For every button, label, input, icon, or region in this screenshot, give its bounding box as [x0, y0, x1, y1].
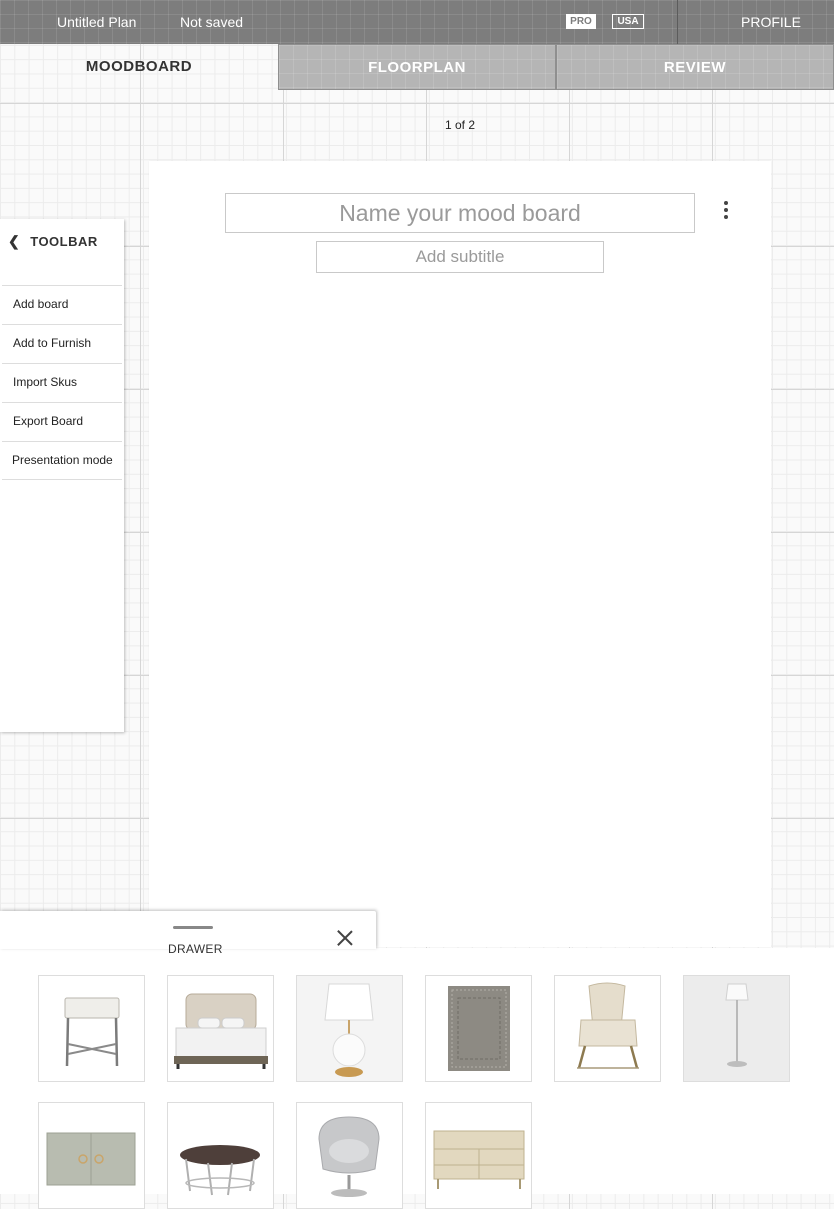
sideboard-icon [46, 1132, 136, 1186]
product-card-rug[interactable] [425, 975, 532, 1082]
side-table-icon [64, 997, 120, 1067]
tab-moodboard[interactable]: MOODBOARD [0, 44, 278, 90]
product-card-bed[interactable] [167, 975, 274, 1082]
product-card-coffee-table[interactable] [167, 1102, 274, 1209]
tab-floorplan[interactable]: FLOORPLAN [278, 44, 556, 90]
area-rug-icon [448, 986, 510, 1071]
toolbar-title: TOOLBAR [30, 234, 98, 249]
floor-lamp-icon [684, 976, 789, 1081]
add-to-furnish-button[interactable]: Add to Furnish [2, 324, 122, 363]
product-card-swivel-chair[interactable] [296, 1102, 403, 1209]
drawer-header[interactable]: DRAWER [0, 911, 376, 956]
product-card-floor-lamp[interactable] [683, 975, 790, 1082]
page-indicator: 1 of 2 [444, 118, 476, 132]
close-icon[interactable] [337, 930, 353, 946]
product-card-dresser[interactable] [425, 1102, 532, 1209]
tab-bar: MOODBOARD FLOORPLAN REVIEW [0, 44, 834, 90]
chevron-left-icon[interactable]: ❮ [8, 233, 20, 250]
export-board-button[interactable]: Export Board [2, 402, 122, 441]
toolbar-panel: ❮ TOOLBAR Add board Add to Furnish Import… [0, 219, 124, 732]
more-vertical-icon[interactable] [716, 199, 736, 223]
lounge-chair-icon [577, 982, 639, 1069]
divider [677, 0, 678, 44]
plan-title[interactable]: Untitled Plan [57, 14, 136, 30]
table-lamp-icon [297, 976, 402, 1081]
toolbar-menu: Add board Add to Furnish Import Skus Exp… [2, 285, 122, 480]
save-status: Not saved [180, 14, 244, 30]
coffee-table-icon [180, 1145, 260, 1196]
product-card-side-table[interactable] [38, 975, 145, 1082]
board-title-input[interactable]: Name your mood board [225, 193, 695, 233]
upholstered-bed-icon [174, 993, 268, 1069]
profile-button[interactable]: PROFILE [741, 14, 801, 30]
mood-board-canvas[interactable]: Name your mood board Add subtitle [149, 161, 771, 947]
swivel-chair-icon [318, 1116, 380, 1197]
product-card-sideboard[interactable] [38, 1102, 145, 1209]
region-badge[interactable]: USA [612, 14, 644, 29]
add-board-button[interactable]: Add board [2, 285, 122, 324]
product-card-table-lamp[interactable] [296, 975, 403, 1082]
dresser-icon [433, 1130, 525, 1189]
board-subtitle-input[interactable]: Add subtitle [316, 241, 604, 273]
import-skus-button[interactable]: Import Skus [2, 363, 122, 402]
presentation-mode-button[interactable]: Presentation mode [2, 441, 122, 480]
drag-handle-icon[interactable] [173, 926, 213, 929]
product-card-lounge-chair[interactable] [554, 975, 661, 1082]
pro-badge: PRO [566, 14, 596, 29]
top-bar: Untitled Plan Not saved PRO USA PROFILE [0, 0, 834, 44]
tab-review[interactable]: REVIEW [556, 44, 834, 90]
toolbar-header[interactable]: ❮ TOOLBAR [8, 233, 98, 250]
drawer-label: DRAWER [168, 942, 223, 956]
